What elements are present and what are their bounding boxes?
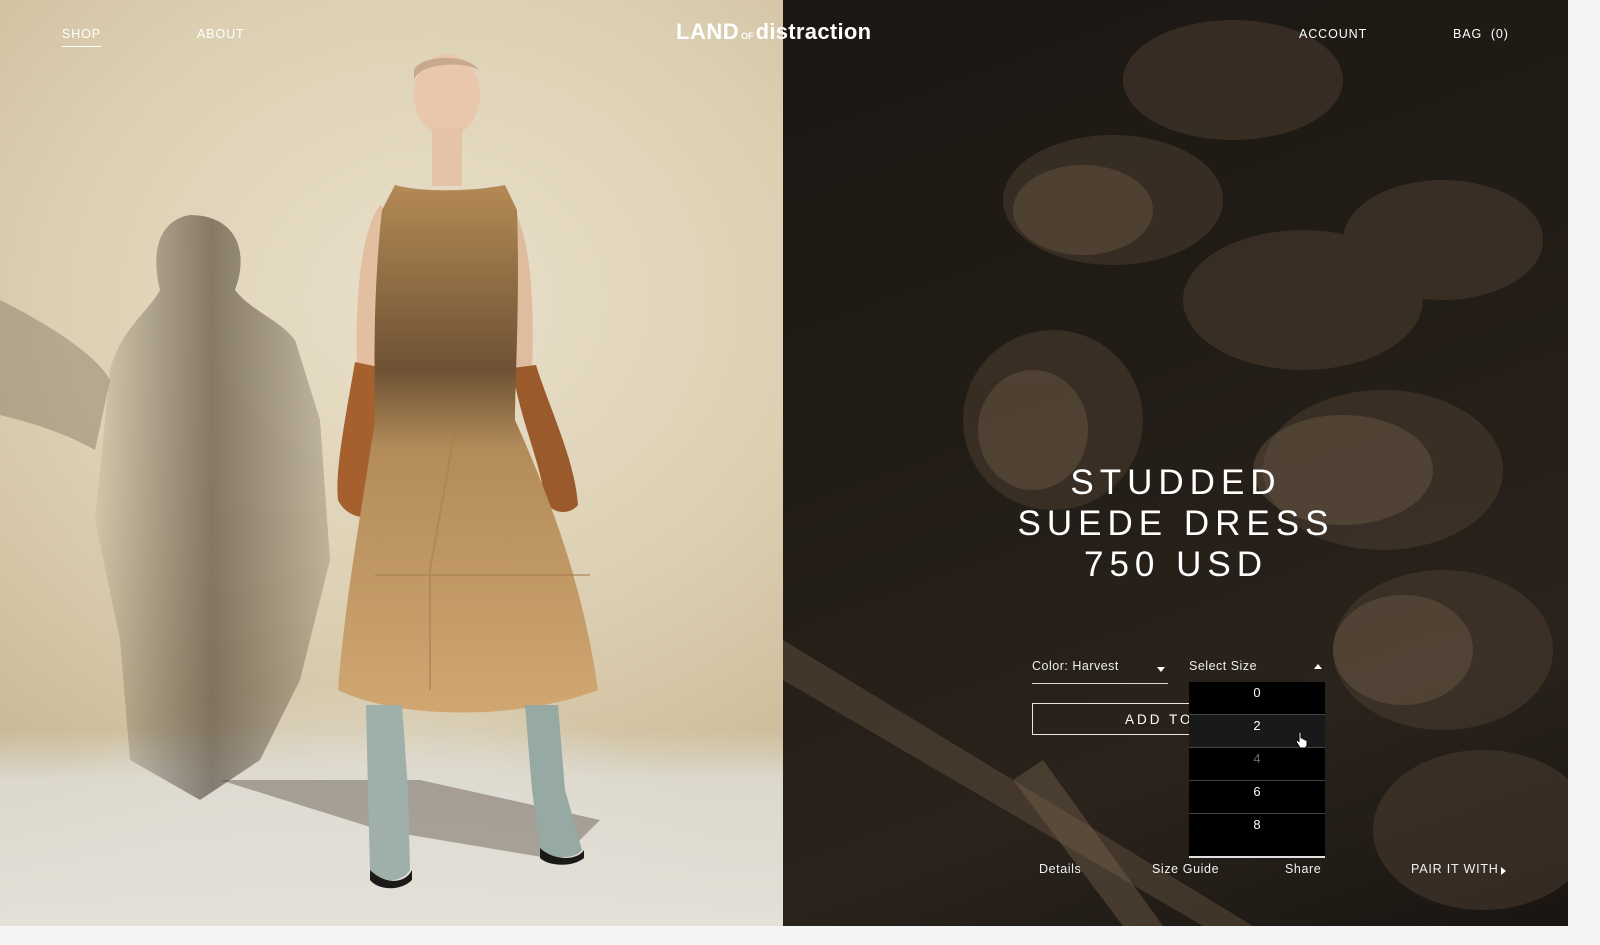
size-option-label: 0 <box>1253 685 1261 700</box>
size-option-label: 4 <box>1253 751 1261 766</box>
wall-shadow <box>95 215 330 800</box>
model-illustration <box>0 54 600 889</box>
size-option-0[interactable]: 0 <box>1189 682 1325 715</box>
size-option-label: 6 <box>1253 784 1261 799</box>
color-select[interactable]: Color: Harvest <box>1032 659 1168 684</box>
product-price: 750 USD <box>1083 545 1269 584</box>
chevron-down-icon <box>1157 667 1165 672</box>
nav-account-link[interactable]: ACCOUNT <box>1299 27 1367 41</box>
product-title: STUDDED SUEDE DRESS 750 USD <box>1000 462 1352 585</box>
left-boot <box>366 705 410 881</box>
logo-land: LAND <box>676 19 740 44</box>
product-name-line1: STUDDED <box>1070 463 1282 502</box>
size-option-label: 8 <box>1253 817 1261 832</box>
product-name-line2: SUEDE DRESS <box>1017 504 1335 543</box>
nav-shop-link[interactable]: SHOP <box>62 27 102 47</box>
share-link[interactable]: Share <box>1285 862 1321 876</box>
size-dropdown-list: 0 2 4 6 8 <box>1189 682 1325 858</box>
size-guide-link[interactable]: Size Guide <box>1152 862 1219 876</box>
nav-bag-link[interactable]: BAG (0) <box>1453 27 1509 41</box>
color-select-value: Color: Harvest <box>1032 659 1119 673</box>
product-page: SHOP ABOUT LAND OFdistraction ACCOUNT BAG… <box>0 0 1568 926</box>
pair-it-with-link[interactable]: PAIR IT WITH <box>1411 862 1499 876</box>
logo-of: OF <box>741 31 754 41</box>
size-select[interactable]: Select Size <box>1189 659 1325 683</box>
logo-distraction: distraction <box>755 19 872 44</box>
brand-logo[interactable]: LAND OFdistraction <box>676 19 871 45</box>
size-option-6[interactable]: 6 <box>1189 781 1325 814</box>
nav-about-link[interactable]: ABOUT <box>197 27 245 41</box>
details-link[interactable]: Details <box>1039 862 1081 876</box>
size-select-value: Select Size <box>1189 659 1258 673</box>
chevron-right-icon[interactable] <box>1501 867 1506 875</box>
size-option-8[interactable]: 8 <box>1189 814 1325 847</box>
product-photo <box>0 0 783 926</box>
hand-cursor-icon <box>1295 731 1308 749</box>
chevron-up-icon <box>1314 664 1322 669</box>
add-to-bag-label: ADD TO <box>1125 712 1194 727</box>
size-option-4: 4 <box>1189 748 1325 781</box>
